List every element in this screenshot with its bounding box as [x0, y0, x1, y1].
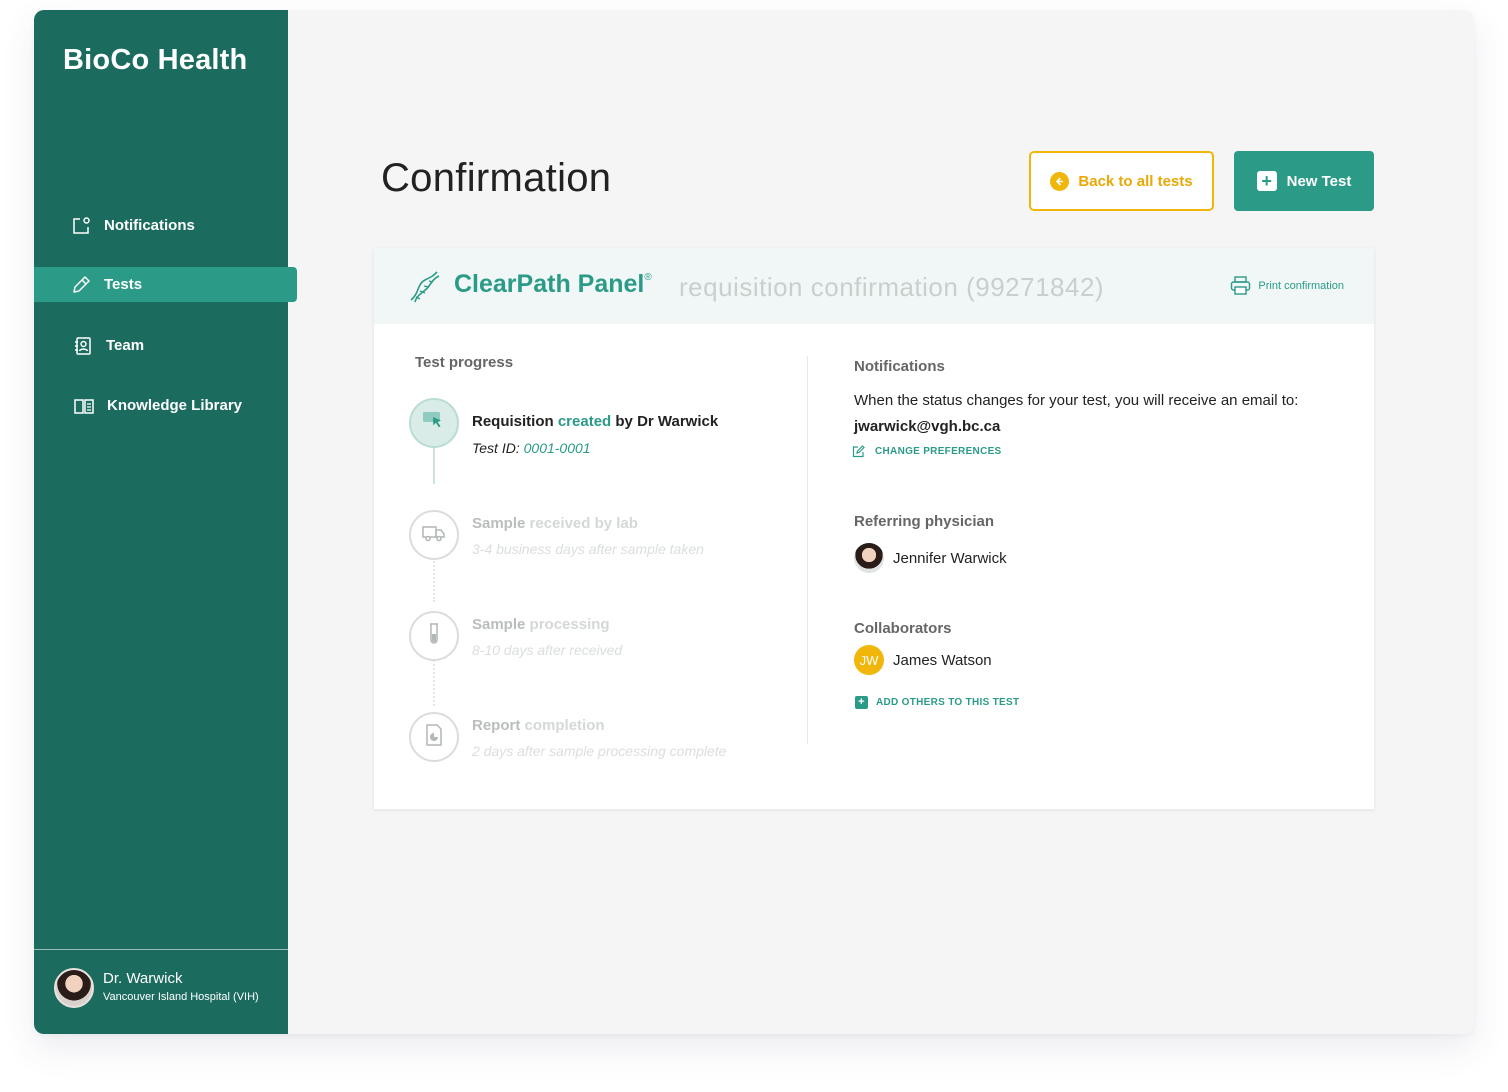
- panel-name-text: ClearPath Panel: [454, 270, 645, 298]
- step-requisition-created: [409, 398, 459, 448]
- sidebar-item-team[interactable]: Team: [34, 328, 144, 363]
- contacts-icon: [72, 335, 94, 357]
- page-title: Confirmation: [381, 156, 612, 200]
- progress-connector: [433, 448, 435, 484]
- referring-physician-name: Jennifer Warwick: [893, 549, 1007, 567]
- sidebar-item-label: Team: [106, 337, 145, 354]
- back-to-all-tests-button[interactable]: Back to all tests: [1029, 151, 1214, 211]
- print-label: Print confirmation: [1258, 279, 1344, 292]
- add-others-link[interactable]: + ADD OTHERS TO THIS TEST: [855, 696, 1019, 709]
- collaborator-item: JW James Watson: [854, 645, 992, 675]
- step-title-tail: by Dr Warwick: [615, 413, 719, 430]
- app-window: BioCo Health Notifications Tests Team Kn…: [34, 10, 1474, 1034]
- user-name: Dr. Warwick: [103, 970, 183, 987]
- test-tube-icon: [426, 622, 442, 651]
- notification-email: jwarwick@vgh.bc.ca: [854, 418, 1001, 435]
- notifications-label: Notifications: [854, 358, 945, 375]
- step-title-accent: received by lab: [529, 515, 638, 532]
- new-test-button[interactable]: + New Test: [1234, 151, 1374, 211]
- step-title: Sample processing: [472, 616, 610, 633]
- pencil-icon: [70, 274, 92, 296]
- change-preferences-label: CHANGE PREFERENCES: [875, 446, 1002, 457]
- plus-icon: +: [1256, 171, 1277, 191]
- printer-icon: [1231, 276, 1251, 295]
- avatar: [854, 543, 884, 573]
- report-icon: [424, 723, 444, 751]
- edit-icon: [852, 445, 865, 458]
- test-id-value: 0001-0001: [523, 440, 591, 456]
- step-title-lead: Sample: [472, 616, 526, 633]
- progress-connector: [433, 558, 435, 602]
- panel-name: ClearPath Panel®: [454, 270, 652, 299]
- step-report-completion: [409, 712, 459, 762]
- step-sample-received: [409, 510, 459, 560]
- test-progress-label: Test progress: [415, 354, 514, 371]
- step-sample-processing: [409, 611, 459, 661]
- sidebar-item-notifications[interactable]: Notifications: [34, 208, 195, 243]
- step-subtitle: 2 days after sample processing complete: [472, 743, 727, 759]
- sidebar-item-knowledge-library[interactable]: Knowledge Library: [34, 388, 242, 423]
- step-title-lead: Requisition: [472, 413, 554, 430]
- test-id-label: Test ID:: [472, 440, 524, 456]
- user-hospital: Vancouver Island Hospital (VIH): [103, 991, 259, 1003]
- plus-icon: +: [855, 696, 868, 709]
- new-test-button-label: New Test: [1286, 172, 1352, 190]
- change-preferences-link[interactable]: CHANGE PREFERENCES: [852, 445, 1002, 458]
- truck-icon: [422, 523, 446, 548]
- step-subtitle: 3-4 business days after sample taken: [472, 541, 704, 557]
- step-subtitle: Test ID: 0001-0001: [472, 440, 591, 456]
- step-title-lead: Sample: [472, 515, 526, 532]
- collaborators-label: Collaborators: [854, 620, 952, 637]
- notification-icon: [70, 215, 92, 237]
- cursor-icon: [422, 409, 446, 438]
- avatar: [54, 968, 94, 1008]
- referring-physician: Jennifer Warwick: [854, 543, 1007, 573]
- avatar: JW: [854, 645, 884, 675]
- sidebar-item-label: Knowledge Library: [107, 397, 243, 414]
- book-icon: [73, 395, 95, 417]
- brand-logo: BioCo Health: [63, 44, 248, 76]
- collaborator-name: James Watson: [893, 651, 992, 669]
- step-title-accent: completion: [524, 717, 605, 734]
- card-header: ClearPath Panel® requisition confirmatio…: [374, 248, 1374, 324]
- column-divider: [807, 356, 808, 744]
- user-profile[interactable]: Dr. Warwick Vancouver Island Hospital (V…: [54, 968, 259, 1008]
- add-others-label: ADD OTHERS TO THIS TEST: [876, 697, 1020, 708]
- step-title: Requisition created by Dr Warwick: [472, 413, 718, 430]
- progress-connector: [433, 660, 435, 706]
- registered-mark: ®: [644, 272, 652, 283]
- notifications-text: When the status changes for your test, y…: [854, 392, 1299, 409]
- sidebar-item-label: Notifications: [104, 217, 195, 234]
- step-title: Sample received by lab: [472, 515, 638, 532]
- arrow-left-icon: [1050, 171, 1070, 191]
- dna-icon: [407, 270, 441, 304]
- sidebar-divider: [34, 949, 288, 950]
- print-confirmation-link[interactable]: Print confirmation: [1230, 276, 1344, 295]
- back-button-label: Back to all tests: [1078, 172, 1193, 190]
- sidebar-item-label: Tests: [104, 276, 143, 293]
- requisition-subtitle: requisition confirmation (99271842): [679, 272, 1105, 302]
- step-title-lead: Report: [472, 717, 521, 734]
- step-title-accent: processing: [529, 616, 610, 633]
- step-title-accent: created: [557, 413, 612, 430]
- confirmation-card: ClearPath Panel® requisition confirmatio…: [374, 248, 1374, 809]
- step-title: Report completion: [472, 717, 605, 734]
- sidebar-item-tests[interactable]: Tests: [34, 267, 297, 302]
- sidebar: BioCo Health Notifications Tests Team Kn…: [34, 10, 297, 1034]
- step-subtitle: 8-10 days after received: [472, 642, 623, 658]
- referring-physician-label: Referring physician: [854, 513, 995, 530]
